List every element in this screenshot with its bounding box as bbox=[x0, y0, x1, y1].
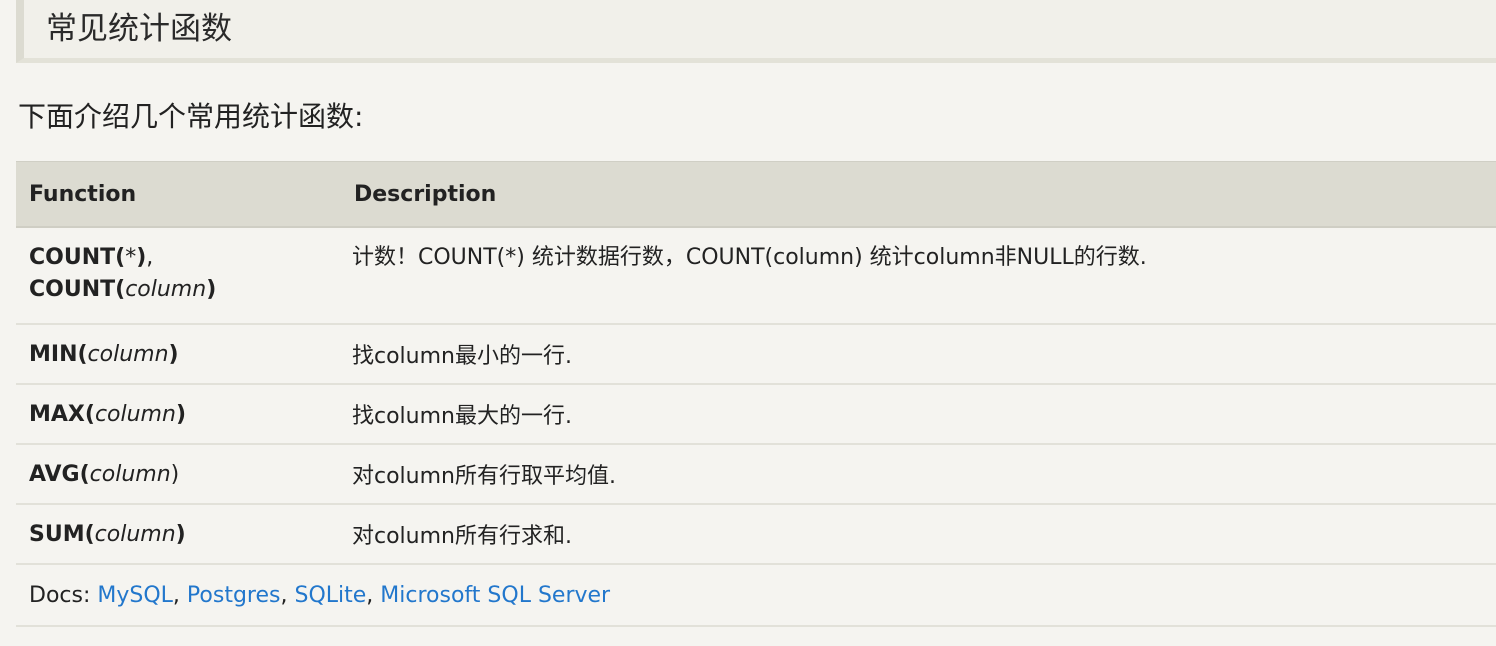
function-name: MIN( bbox=[29, 341, 88, 367]
section-header: 常见统计函数 bbox=[16, 0, 1496, 63]
description-cell: 找column最小的一行. bbox=[341, 324, 1496, 385]
docs-separator: , bbox=[280, 582, 295, 608]
doc-link-mssql[interactable]: Microsoft SQL Server bbox=[380, 583, 610, 608]
table-header-row: Function Description bbox=[16, 161, 1496, 228]
doc-link-mysql[interactable]: MySQL bbox=[97, 583, 173, 608]
docs-row: Docs: MySQL, Postgres, SQLite, Microsoft… bbox=[16, 564, 1496, 627]
header-description: Description bbox=[341, 161, 1496, 228]
function-close: ) bbox=[175, 521, 186, 547]
intro-text: 下面介绍几个常用统计函数: bbox=[18, 100, 364, 133]
description-cell: 对column所有行求和. bbox=[341, 504, 1496, 565]
docs-separator: , bbox=[366, 582, 381, 608]
docs-separator: , bbox=[172, 582, 187, 608]
section-title: 常见统计函数 bbox=[46, 11, 232, 47]
table-row: MIN(column) 找column最小的一行. bbox=[16, 324, 1496, 385]
function-arg: column bbox=[89, 461, 171, 487]
function-close: ) bbox=[168, 341, 179, 367]
function-arg: column bbox=[94, 401, 176, 427]
function-close: ) bbox=[206, 277, 217, 302]
table-row: COUNT(*), COUNT(column) 计数！COUNT(*) 统计数据行… bbox=[16, 227, 1496, 325]
table-row: AVG(column) 对column所有行取平均值. bbox=[16, 444, 1496, 505]
function-cell: MAX(column) bbox=[16, 384, 341, 445]
function-name: MAX( bbox=[29, 401, 95, 427]
function-cell: AVG(column) bbox=[16, 444, 341, 505]
function-separator: , bbox=[146, 245, 154, 270]
docs-label: Docs: bbox=[29, 582, 98, 608]
function-arg: column bbox=[94, 521, 176, 547]
function-cell: COUNT(*), COUNT(column) bbox=[16, 227, 341, 325]
function-arg: * bbox=[125, 245, 137, 270]
docs-cell: Docs: MySQL, Postgres, SQLite, Microsoft… bbox=[16, 564, 1496, 627]
function-name: AVG( bbox=[29, 461, 90, 487]
function-close: ) bbox=[136, 245, 147, 270]
function-cell: MIN(column) bbox=[16, 324, 341, 385]
functions-table: Function Description COUNT(*), COUNT(colu… bbox=[16, 161, 1496, 627]
doc-link-postgres[interactable]: Postgres bbox=[187, 583, 281, 608]
function-arg: column bbox=[125, 277, 207, 302]
function-name: COUNT( bbox=[29, 245, 126, 270]
header-function: Function bbox=[16, 161, 341, 228]
description-cell: 计数！COUNT(*) 统计数据行数，COUNT(column) 统计colum… bbox=[341, 227, 1496, 325]
table-row: MAX(column) 找column最大的一行. bbox=[16, 384, 1496, 445]
function-close: ) bbox=[175, 401, 186, 427]
function-cell: SUM(column) bbox=[16, 504, 341, 565]
description-cell: 找column最大的一行. bbox=[341, 384, 1496, 445]
description-cell: 对column所有行取平均值. bbox=[341, 444, 1496, 505]
function-arg: column bbox=[87, 341, 169, 367]
function-close: ) bbox=[170, 461, 180, 487]
function-name: SUM( bbox=[29, 521, 95, 547]
doc-link-sqlite[interactable]: SQLite bbox=[294, 583, 366, 608]
function-name: COUNT( bbox=[29, 277, 126, 302]
table-row: SUM(column) 对column所有行求和. bbox=[16, 504, 1496, 565]
